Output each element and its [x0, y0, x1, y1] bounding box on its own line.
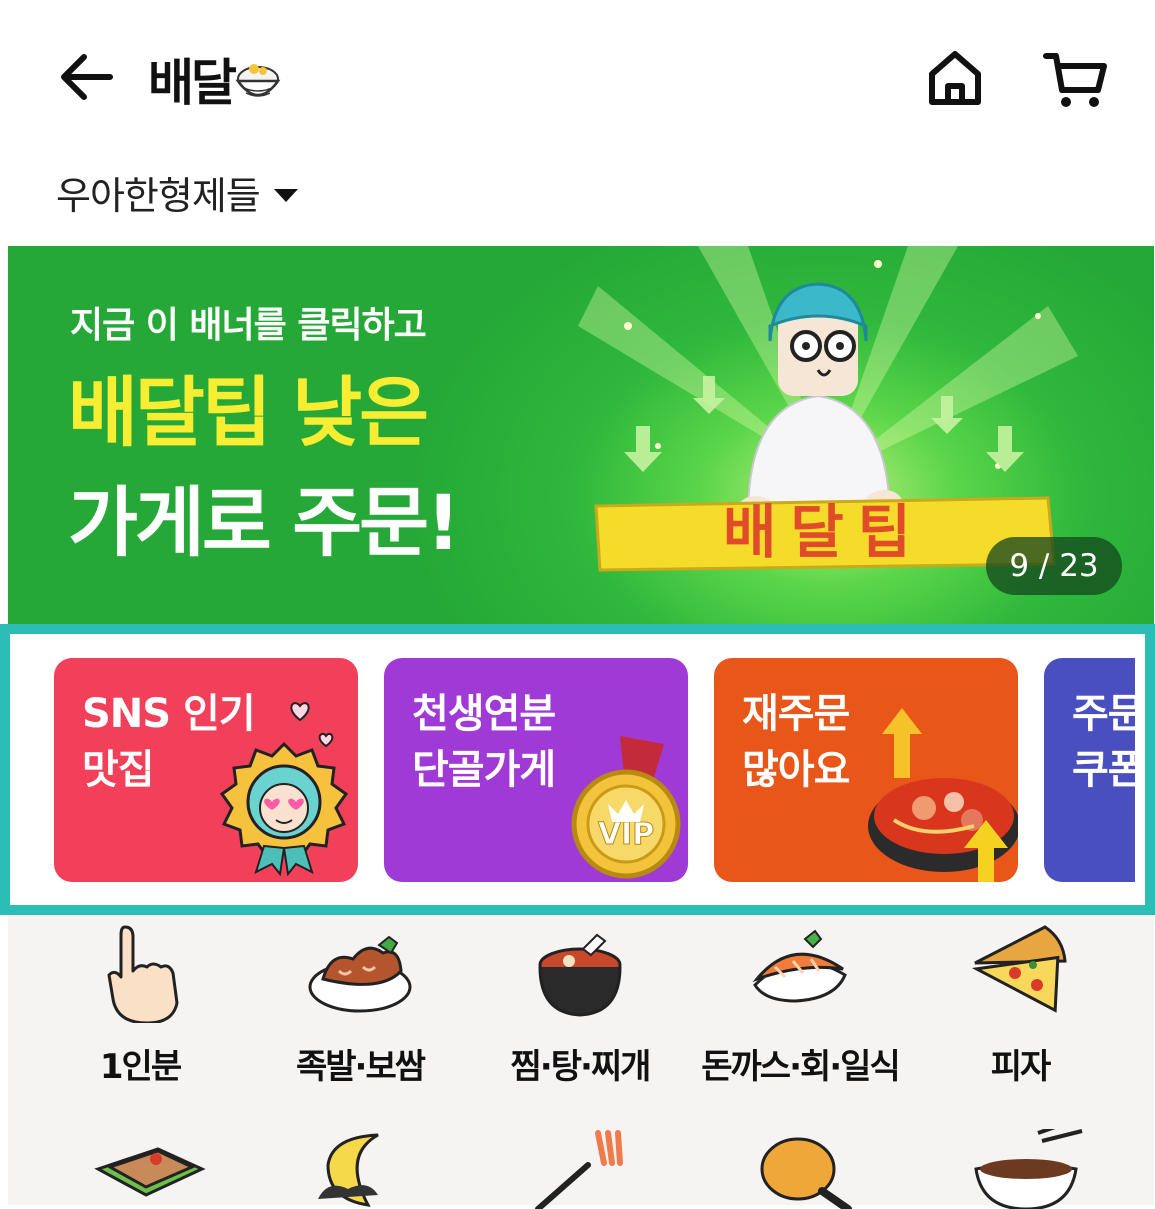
category-label: 피자 — [990, 1047, 1052, 1087]
banner-headline-1: 배달팁 낮은 — [68, 368, 429, 457]
banner-subtitle: 지금 이 배너를 클릭하고 — [70, 305, 427, 346]
stew-up-arrow-icon — [868, 708, 1018, 882]
cart-icon[interactable] — [1040, 42, 1112, 114]
stew-pot-icon — [538, 933, 622, 1017]
arrow-left-icon[interactable] — [52, 42, 122, 112]
app-header: 배달 — [0, 0, 1155, 150]
card-title: 재주문 많아요 — [742, 691, 850, 793]
category-pork-feet[interactable]: 족발·보쌈 — [260, 923, 460, 1088]
card-reorder[interactable]: 재주문 많아요 — [714, 658, 1018, 882]
banner-page-counter: 9 / 23 — [986, 537, 1122, 595]
location-selector[interactable]: 우아한형제들 — [56, 165, 298, 220]
brand-text: 배달 — [148, 54, 237, 112]
card-title: 천생연분 단골가게 — [412, 691, 556, 793]
brand-logo: 배달 — [148, 44, 284, 114]
category-one-person[interactable]: 1인분 — [40, 923, 240, 1088]
noodle-fork-icon[interactable] — [528, 1129, 648, 1209]
card-title: 주문 쿠폰 — [1072, 691, 1145, 793]
sign-text: 배달팁 — [723, 498, 925, 566]
noodle-bowl-icon[interactable] — [968, 1129, 1088, 1209]
location-label: 우아한형제들 — [56, 174, 261, 218]
category-grid: 1인분 족발·보쌈 찜·탕·찌개 돈까스·회·일식 피자 — [8, 915, 1154, 1209]
category-label: 돈까스·회·일식 — [701, 1047, 901, 1087]
pizza-icon — [971, 925, 1067, 1013]
category-label: 1인분 — [99, 1047, 182, 1087]
card-sns-popular[interactable]: SNS 인기 맛집 — [54, 658, 358, 882]
card-regular-stores[interactable]: 천생연분 단골가게 VIP — [384, 658, 688, 882]
sushi-icon — [752, 929, 847, 1003]
category-label: 찜·탕·찌개 — [510, 1047, 652, 1087]
category-label: 족발·보쌈 — [295, 1047, 426, 1087]
pork-feet-icon — [308, 935, 412, 1013]
home-icon[interactable] — [920, 42, 990, 112]
svg-text:VIP: VIP — [598, 817, 654, 852]
feature-card-carousel: SNS 인기 맛집 천생연분 단골가게 VIP 재주문 많아요 주문 쿠폰 — [0, 624, 1155, 915]
banner-headline-2: 가게로 주문! — [68, 478, 461, 567]
hearts-icon — [290, 702, 334, 748]
lunchbox-icon[interactable] — [88, 1129, 208, 1209]
category-cutlet-sushi[interactable]: 돈까스·회·일식 — [700, 923, 901, 1088]
late-night-moon-icon[interactable] — [308, 1129, 428, 1209]
rice-bowl-icon — [235, 64, 281, 97]
chicken-drumstick-icon[interactable] — [748, 1129, 868, 1209]
carousel-edge — [1135, 634, 1145, 905]
one-person-hand-icon — [107, 925, 179, 1023]
promo-banner[interactable]: 지금 이 배너를 클릭하고 배달팁 낮은 가게로 주문! 배달팁 9 / 23 — [8, 246, 1154, 624]
category-pizza[interactable]: 피자 — [920, 923, 1120, 1088]
vip-medal-icon: VIP — [571, 736, 681, 879]
category-stew[interactable]: 찜·탕·찌개 — [480, 923, 680, 1088]
caret-down-icon — [273, 189, 298, 202]
